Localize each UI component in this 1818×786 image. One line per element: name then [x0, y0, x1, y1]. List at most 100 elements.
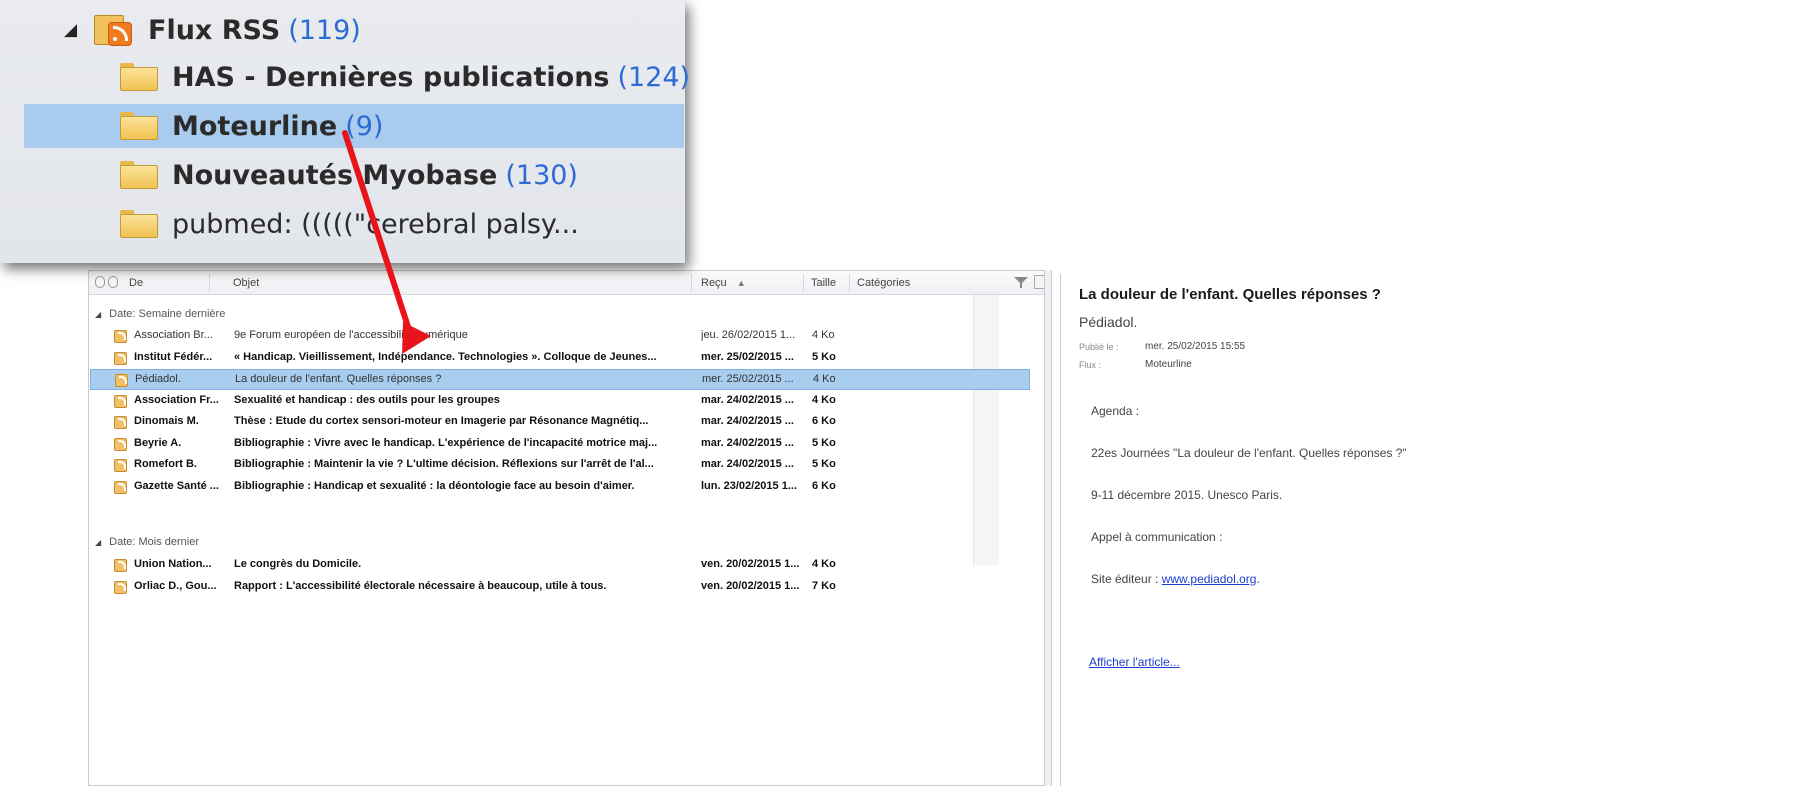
- folder-icon: [120, 63, 158, 91]
- message-size: 7 Ko: [812, 579, 836, 592]
- message-date: ven. 20/02/2015 1...: [701, 558, 800, 570]
- body-agenda: Agenda :: [1091, 404, 1140, 418]
- column-divider[interactable]: [803, 274, 804, 292]
- tree-item-has[interactable]: HAS - Dernières publications (124): [120, 55, 690, 99]
- folder-icon: [120, 210, 158, 238]
- tree-item-label: Moteurline: [172, 110, 338, 142]
- message-row[interactable]: Romefort B. Bibliographie : Maintenir la …: [90, 455, 1030, 476]
- message-date: mar. 24/02/2015 ...: [701, 415, 794, 427]
- group-label: Date: Semaine dernière: [109, 308, 226, 320]
- sort-arrow-icon: ▲: [736, 278, 746, 288]
- rss-item-icon: [114, 559, 127, 572]
- rss-item-icon: [114, 416, 127, 429]
- column-divider[interactable]: [849, 274, 850, 292]
- message-size: 4 Ko: [812, 393, 836, 406]
- message-date: ven. 20/02/2015 1...: [701, 579, 800, 592]
- feed-label: Flux :: [1079, 360, 1102, 370]
- rss-item-icon: [115, 374, 128, 387]
- column-subject[interactable]: Objet: [233, 277, 259, 289]
- message-from: Pédiadol.: [135, 373, 181, 385]
- folder-tree-callout: ◢ Flux RSS (119) HAS - Dernières publica…: [0, 0, 690, 263]
- pane-splitter[interactable]: [1044, 270, 1052, 786]
- column-from[interactable]: De: [129, 277, 143, 289]
- column-divider[interactable]: [209, 274, 210, 292]
- message-row[interactable]: Association Br... 9e Forum européen de l'…: [90, 326, 1030, 347]
- message-size: 4 Ko: [812, 329, 835, 341]
- message-row[interactable]: Orliac D., Gou... Rapport : L'accessibili…: [90, 577, 1030, 598]
- rss-item-icon: [114, 480, 127, 494]
- body-call: Appel à communication :: [1091, 530, 1223, 544]
- tree-item-label: HAS - Dernières publications: [172, 61, 610, 93]
- message-date: mer. 25/02/2015 ...: [702, 373, 794, 385]
- group-label: Date: Mois dernier: [109, 536, 200, 548]
- tree-item-moteurline[interactable]: Moteurline (9): [24, 104, 684, 148]
- published-value: mer. 25/02/2015 15:55: [1145, 341, 1246, 352]
- message-size: 5 Ko: [812, 350, 836, 363]
- group-header-last-week[interactable]: ◢ Date: Semaine dernière: [95, 308, 225, 324]
- message-list-pane: De Objet Reçu ▲ Taille Catégories ◢ Date: …: [88, 270, 1051, 786]
- message-from: Union Nation...: [134, 558, 212, 570]
- message-from: Dinomais M.: [134, 415, 199, 427]
- rss-item-icon: [114, 351, 127, 365]
- show-article-link[interactable]: Afficher l'article...: [1089, 655, 1180, 669]
- rss-item-icon: [114, 437, 127, 451]
- tree-item-label: Nouveautés Myobase: [172, 159, 498, 191]
- message-from: Romefort B.: [134, 458, 197, 470]
- message-size: 4 Ko: [812, 558, 836, 570]
- message-date: mar. 24/02/2015 ...: [701, 393, 794, 406]
- message-row[interactable]: Gazette Santé ... Bibliographie : Handica…: [90, 477, 1030, 498]
- message-from: Association Fr...: [134, 393, 219, 406]
- tree-item-count: (119): [288, 14, 361, 46]
- collapse-arrow-icon[interactable]: ◢: [95, 538, 101, 547]
- message-date: jeu. 26/02/2015 1...: [701, 329, 796, 341]
- message-row[interactable]: Beyrie A. Bibliographie : Vivre avec le h…: [90, 434, 1030, 455]
- rss-item-icon: [114, 394, 127, 408]
- list-column-header: De Objet Reçu ▲ Taille Catégories: [89, 271, 1050, 295]
- rss-item-icon: [114, 330, 127, 343]
- message-date: mar. 24/02/2015 ...: [701, 436, 794, 449]
- message-row[interactable]: Dinomais M. Thèse : Etude du cortex senso…: [90, 412, 1030, 433]
- expand-arrow-icon[interactable]: ◢: [64, 20, 94, 40]
- message-size: 6 Ko: [812, 415, 836, 427]
- message-size: 6 Ko: [812, 479, 836, 492]
- site-link[interactable]: www.pediadol.org: [1162, 572, 1257, 586]
- rss-folder-icon: [94, 13, 134, 47]
- body-event: 22es Journées "La douleur de l'enfant. Q…: [1091, 446, 1407, 460]
- site-period: .: [1256, 572, 1260, 586]
- rss-item-icon: [114, 459, 127, 472]
- body-site: Site éditeur : www.pediadol.org.: [1091, 572, 1260, 586]
- tree-item-pubmed[interactable]: pubmed: ((((("cerebral palsy...: [120, 202, 579, 246]
- column-size[interactable]: Taille: [811, 277, 836, 289]
- tree-item-flux-rss[interactable]: ◢ Flux RSS (119): [64, 8, 361, 52]
- message-row[interactable]: Pédiadol. La douleur de l'enfant. Quelles…: [90, 369, 1030, 390]
- message-date: mar. 24/02/2015 ...: [701, 458, 794, 470]
- folder-icon: [120, 161, 158, 189]
- message-from: Orliac D., Gou...: [134, 579, 217, 592]
- message-from: Institut Fédér...: [134, 350, 213, 363]
- column-received[interactable]: Reçu ▲: [701, 277, 746, 289]
- body-dates: 9-11 décembre 2015. Unesco Paris.: [1091, 488, 1283, 502]
- article-title: La douleur de l'enfant. Quelles réponses…: [1079, 286, 1381, 303]
- message-date: mer. 25/02/2015 ...: [701, 350, 794, 363]
- article-author[interactable]: Pédiadol.: [1079, 314, 1137, 330]
- importance-attachment-icons[interactable]: [95, 276, 125, 290]
- tree-item-count: (9): [345, 110, 384, 142]
- folder-icon: [120, 112, 158, 140]
- group-header-last-month[interactable]: ◢ Date: Mois dernier: [95, 536, 199, 552]
- collapse-arrow-icon[interactable]: ◢: [95, 310, 101, 319]
- message-row[interactable]: Institut Fédér... « Handicap. Vieillissem…: [90, 348, 1030, 369]
- message-size: 5 Ko: [812, 458, 836, 470]
- tree-item-label: pubmed: ((((("cerebral palsy...: [172, 208, 579, 240]
- message-row[interactable]: Association Fr... Sexualité et handicap :…: [90, 391, 1030, 412]
- rss-item-icon: [114, 580, 127, 594]
- filter-icon[interactable]: [1014, 275, 1028, 289]
- message-row[interactable]: Union Nation... Le congrès du Domicile. ve…: [90, 555, 1030, 576]
- column-divider[interactable]: [691, 274, 692, 292]
- message-from: Beyrie A.: [134, 436, 182, 449]
- tree-item-label: Flux RSS: [148, 14, 281, 46]
- feed-value: Moteurline: [1145, 359, 1192, 370]
- tree-item-count: (124): [617, 61, 691, 93]
- tree-item-nouveautes-myobase[interactable]: Nouveautés Myobase (130): [120, 153, 578, 197]
- published-label: Publié le :: [1079, 342, 1119, 352]
- column-categories[interactable]: Catégories: [857, 277, 910, 289]
